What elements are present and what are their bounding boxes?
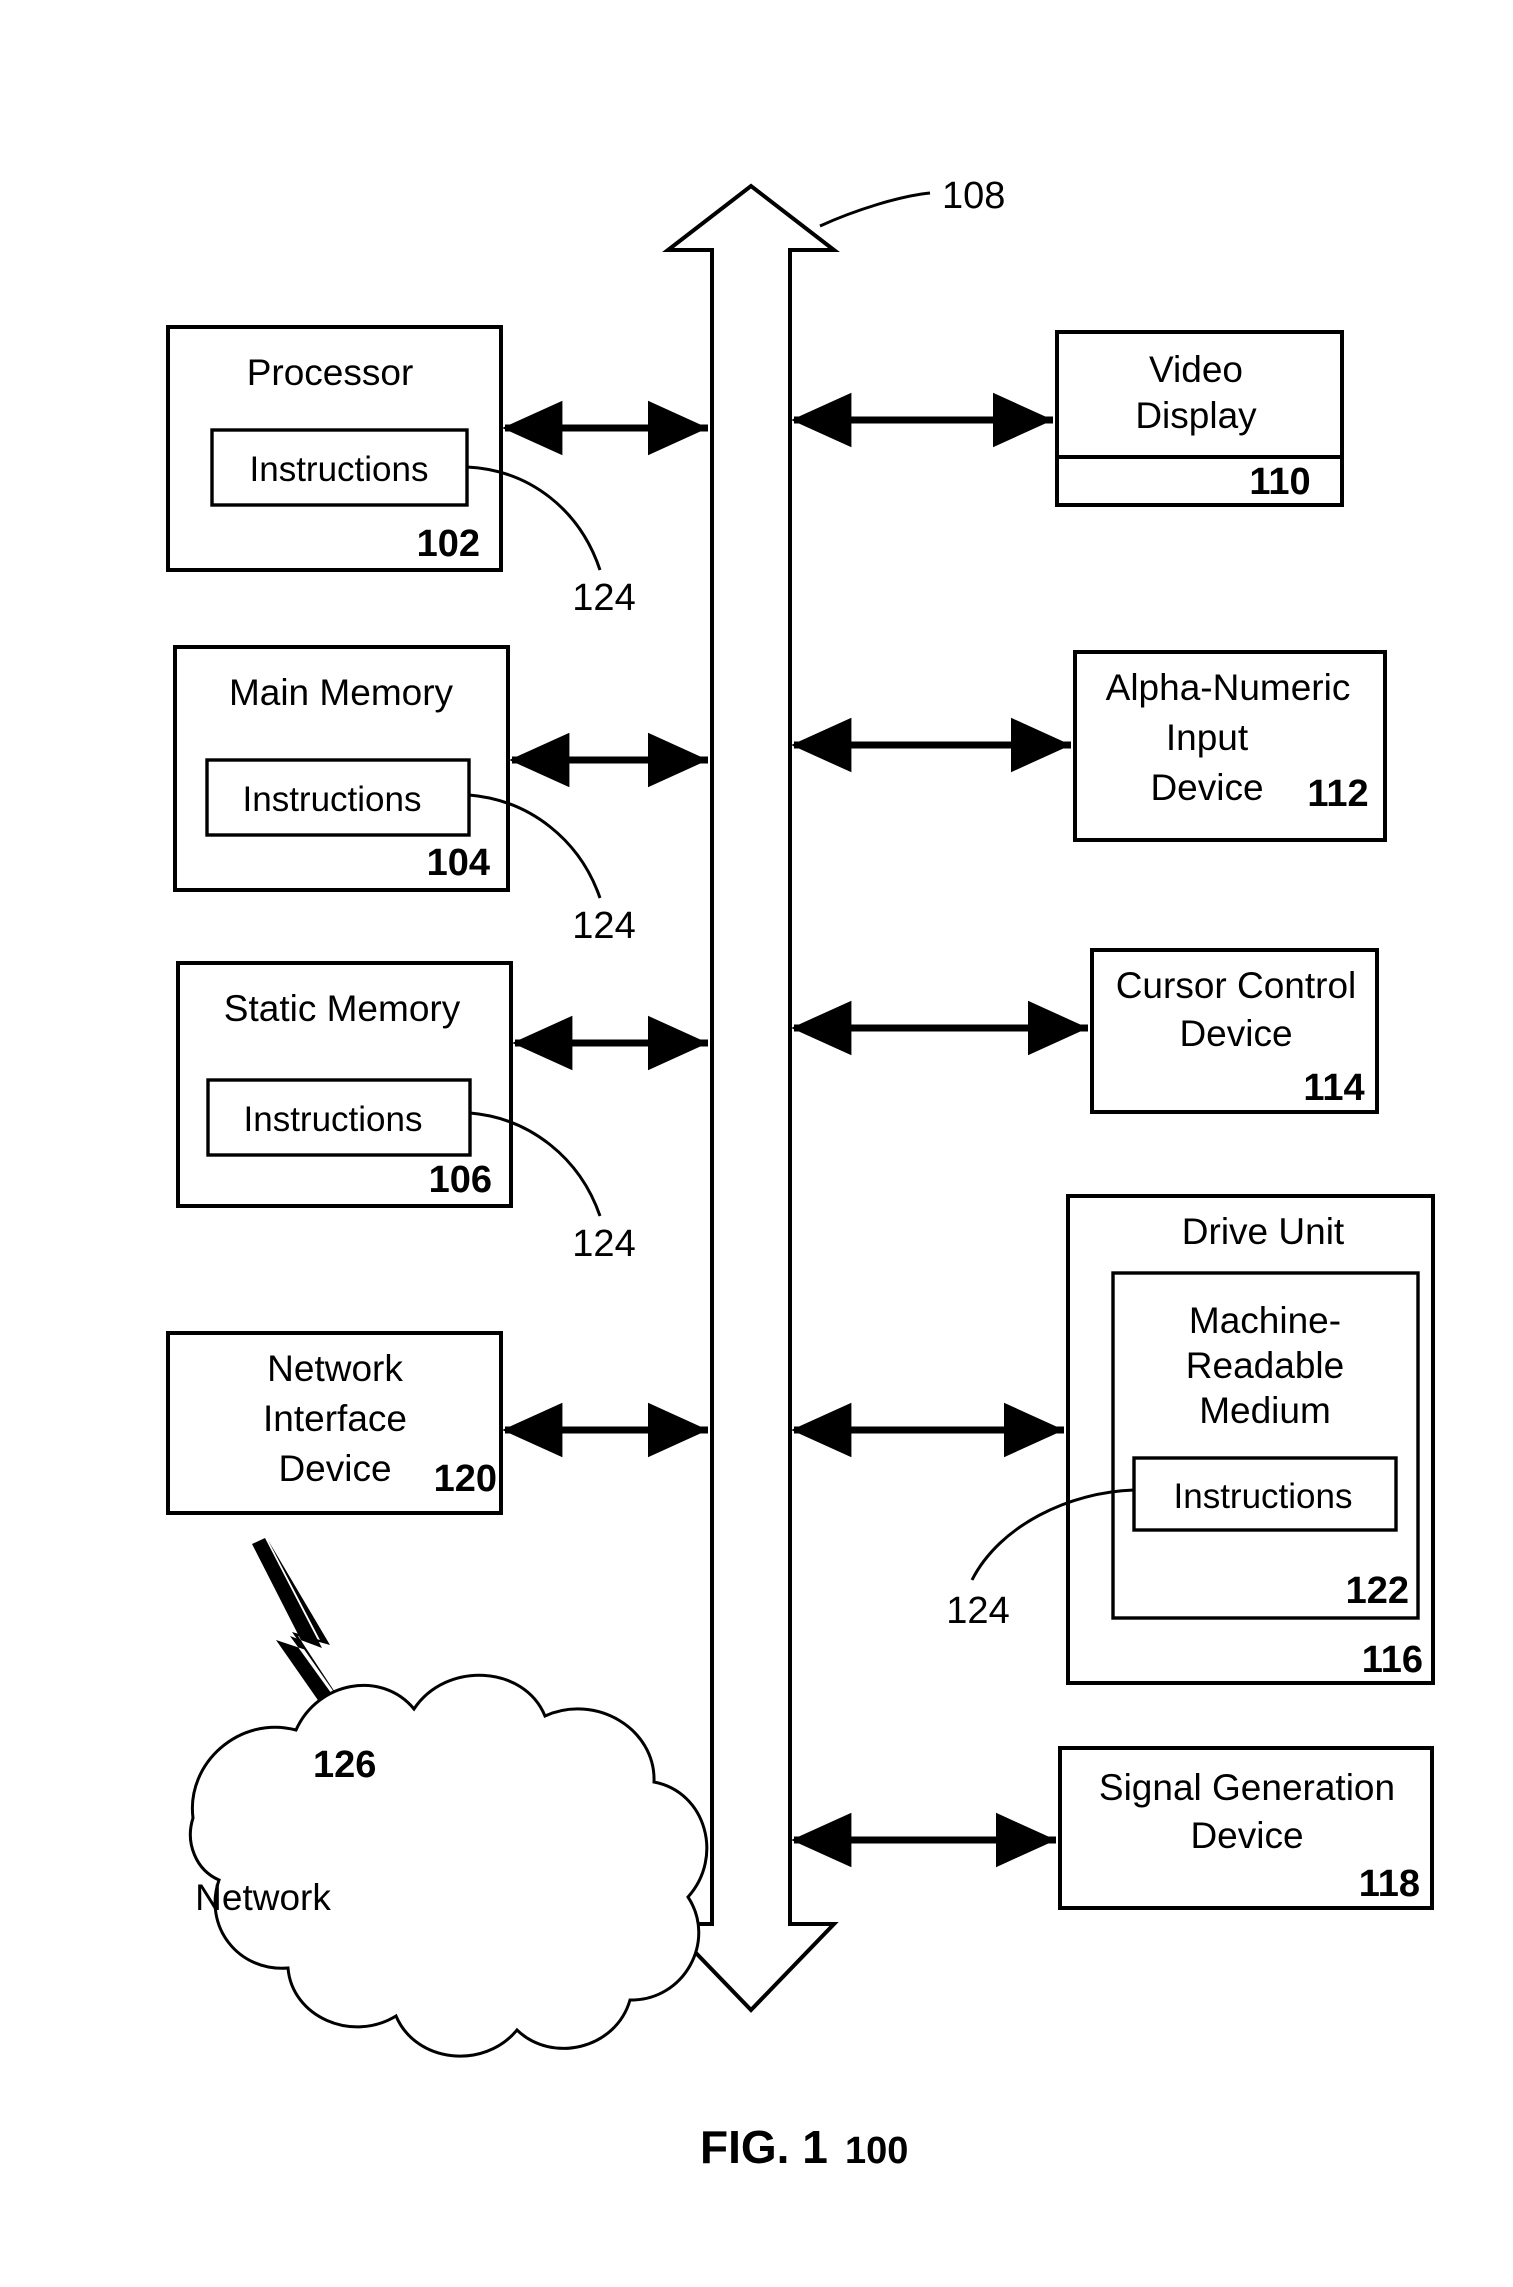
video-display-ref-label: 110: [1249, 461, 1310, 503]
cursor-control-device-title-line1: Cursor Control: [1116, 965, 1357, 1006]
main-memory-instructions-ref: 124: [572, 905, 635, 947]
signal-generation-device-title-line1: Signal Generation: [1099, 1767, 1395, 1808]
static-memory-block: Static Memory Instructions 106 124: [176, 961, 636, 1265]
signal-generation-device-title-line2: Device: [1190, 1815, 1303, 1856]
main-memory-ref-label: 104: [427, 842, 490, 884]
processor-instructions-label: Instructions: [250, 450, 429, 489]
bus-ref-label: 108: [942, 175, 1005, 217]
machine-readable-medium-title-line2: Readable: [1186, 1345, 1344, 1386]
processor-instructions-ref: 124: [572, 577, 635, 619]
alpha-numeric-input-device-title-line1: Alpha-Numeric: [1106, 667, 1351, 708]
static-memory-ref-label: 106: [429, 1159, 492, 1201]
network-interface-device-ref-label: 120: [434, 1458, 497, 1500]
network-interface-device-block: Network Interface Device 120: [166, 1331, 503, 1515]
processor-title: Processor: [247, 352, 414, 393]
alpha-numeric-input-device-title-line2: Input: [1166, 717, 1249, 758]
system-bus: 108: [662, 175, 1005, 2013]
figure-caption-ref: 100: [845, 2130, 908, 2172]
static-memory-instructions-label: Instructions: [244, 1100, 423, 1139]
patent-figure-1: 108 Processor Instructions 102 124 Main …: [0, 0, 1513, 2287]
figure-caption-label: FIG. 1: [700, 2121, 828, 2173]
machine-readable-medium-title-line3: Medium: [1199, 1390, 1331, 1431]
alpha-numeric-input-device-title-line3: Device: [1150, 767, 1263, 808]
alpha-numeric-input-device-block: Alpha-Numeric Input Device 112: [1073, 650, 1387, 842]
cursor-control-device-title-line2: Device: [1179, 1013, 1292, 1054]
bus-arrow-shape: [662, 183, 840, 2013]
drive-unit-instructions-label: Instructions: [1174, 1477, 1353, 1516]
alpha-numeric-input-device-ref-label: 112: [1307, 773, 1368, 815]
network-interface-device-title-line3: Device: [278, 1448, 391, 1489]
video-display-title-line1: Video: [1149, 349, 1243, 390]
drive-unit-block: Drive Unit 116 Machine- Readable Medium …: [946, 1194, 1435, 1685]
machine-readable-medium-block: Machine- Readable Medium Instructions 12…: [946, 1271, 1420, 1632]
drive-unit-instructions-ref: 124: [946, 1590, 1009, 1632]
signal-generation-device-block: Signal Generation Device 118: [1058, 1746, 1434, 1910]
network-cloud-label: Network: [195, 1877, 331, 1918]
video-display-title-line2: Display: [1135, 395, 1257, 436]
processor-ref-label: 102: [417, 523, 480, 565]
cursor-control-device-block: Cursor Control Device 114: [1090, 948, 1379, 1114]
main-memory-block: Main Memory Instructions 104 124: [173, 645, 636, 947]
network-cloud: 126 Network: [188, 1673, 709, 2058]
drive-unit-ref-label: 116: [1362, 1639, 1423, 1681]
figure-caption: FIG. 1 100: [700, 2121, 908, 2173]
drive-unit-instructions-leader: [970, 1488, 1135, 1581]
network-cloud-ref-label: 126: [313, 1744, 376, 1786]
video-display-block: Video Display 110: [1055, 330, 1344, 503]
cursor-control-device-ref-label: 114: [1303, 1067, 1364, 1109]
signal-generation-device-ref-label: 118: [1359, 1863, 1420, 1905]
machine-readable-medium-title-line1: Machine-: [1189, 1300, 1341, 1341]
machine-readable-medium-ref-label: 122: [1346, 1570, 1409, 1612]
static-memory-title: Static Memory: [224, 988, 461, 1029]
network-interface-device-title-line1: Network: [267, 1348, 403, 1389]
drive-unit-title: Drive Unit: [1182, 1211, 1345, 1252]
network-interface-device-title-line2: Interface: [263, 1398, 407, 1439]
bus-leader-line: [819, 191, 931, 228]
static-memory-instructions-ref: 124: [572, 1223, 635, 1265]
network-cloud-shape: [188, 1673, 709, 2058]
main-memory-title: Main Memory: [229, 672, 454, 713]
processor-block: Processor Instructions 102 124: [166, 325, 636, 619]
processor-instructions-leader: [466, 465, 602, 571]
main-memory-instructions-label: Instructions: [243, 780, 422, 819]
